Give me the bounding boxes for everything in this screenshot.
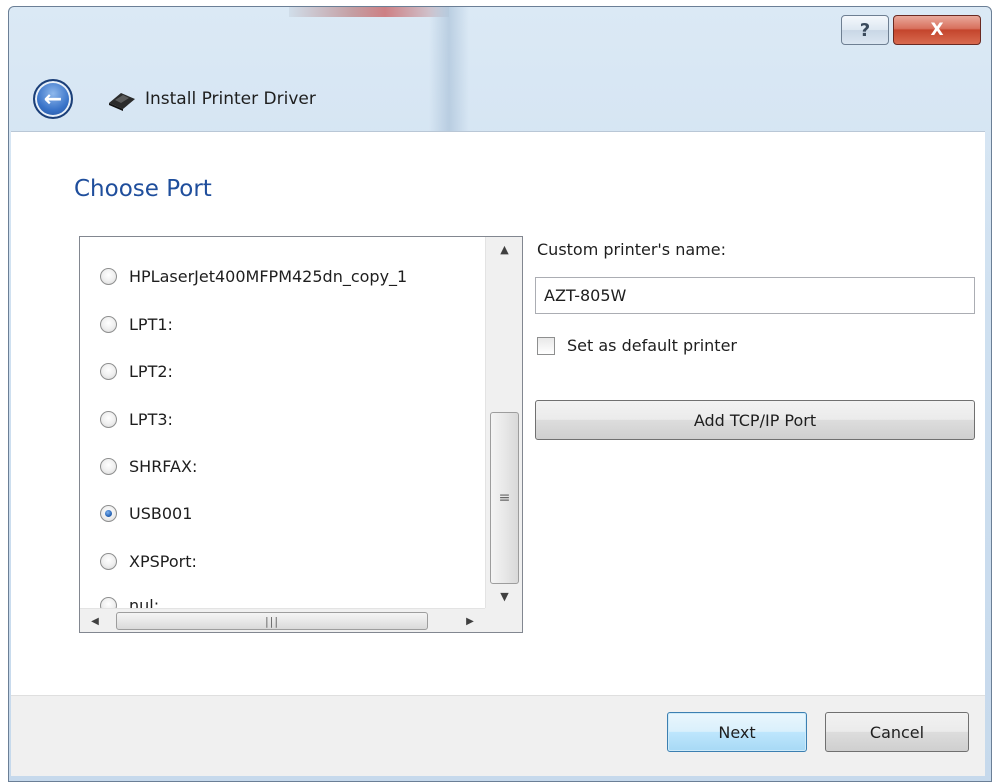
- scroll-up-button[interactable]: ▲: [486, 237, 523, 261]
- radio-button[interactable]: [100, 267, 117, 285]
- port-option[interactable]: SHRFAX:: [100, 452, 197, 480]
- printer-name-label: Custom printer's name:: [537, 240, 726, 259]
- radio-button-selected[interactable]: [100, 504, 117, 522]
- radio-button[interactable]: [100, 315, 117, 333]
- port-list-items: HPLaserJet400MFPM425dn_copy_1 LPT1: LPT2…: [80, 237, 485, 608]
- triangle-down-icon: ▼: [500, 589, 509, 603]
- radio-button[interactable]: [100, 552, 117, 570]
- port-label: XPSPort:: [129, 551, 197, 571]
- scroll-left-button[interactable]: ◀: [80, 609, 110, 633]
- content-panel: Choose Port HPLaserJet400MFPM425dn_copy_…: [11, 131, 985, 695]
- radio-button[interactable]: [100, 410, 117, 428]
- radio-button[interactable]: [100, 457, 117, 475]
- close-button[interactable]: X: [893, 15, 981, 45]
- vertical-scrollbar[interactable]: ▲ ≡ ▼: [485, 237, 522, 608]
- help-button[interactable]: ?: [841, 15, 889, 45]
- default-printer-checkbox[interactable]: [537, 336, 555, 355]
- port-option[interactable]: LPT3:: [100, 405, 173, 433]
- port-label: LPT2:: [129, 361, 173, 381]
- horizontal-scrollbar[interactable]: ◀ ||| ▶: [80, 608, 485, 632]
- window-title: Install Printer Driver: [145, 89, 316, 109]
- port-label: LPT3:: [129, 409, 173, 429]
- horizontal-scroll-thumb[interactable]: |||: [116, 612, 428, 630]
- back-button[interactable]: ←: [33, 79, 73, 119]
- background-decoration: [289, 7, 449, 17]
- scroll-down-button[interactable]: ▼: [486, 584, 523, 608]
- default-printer-label: Set as default printer: [567, 336, 737, 355]
- triangle-up-icon: ▲: [500, 242, 509, 256]
- triangle-right-icon: ▶: [466, 615, 474, 627]
- port-label: HPLaserJet400MFPM425dn_copy_1: [129, 266, 408, 286]
- glass-reflection: [429, 7, 469, 137]
- page-heading: Choose Port: [74, 176, 212, 202]
- cancel-button[interactable]: Cancel: [825, 712, 969, 752]
- port-label: nul:: [129, 595, 160, 609]
- grip-icon: |||: [264, 614, 280, 628]
- next-button[interactable]: Next: [667, 712, 807, 752]
- port-label: SHRFAX:: [129, 456, 198, 476]
- printer-icon: [109, 93, 135, 111]
- install-printer-driver-window: ? X ← Install Printer Driver Choose Port…: [8, 6, 992, 782]
- printer-name-input[interactable]: [535, 277, 975, 314]
- add-tcp-ip-port-button[interactable]: Add TCP/IP Port: [535, 400, 975, 440]
- port-label: USB001: [129, 503, 193, 523]
- scroll-right-button[interactable]: ▶: [455, 609, 485, 633]
- radio-button[interactable]: [100, 362, 117, 380]
- port-option[interactable]: LPT2:: [100, 357, 173, 385]
- port-option[interactable]: LPT1:: [100, 310, 173, 338]
- close-icon: X: [930, 20, 944, 40]
- radio-button[interactable]: [100, 596, 117, 608]
- vertical-scroll-thumb[interactable]: ≡: [490, 412, 519, 584]
- default-printer-option[interactable]: Set as default printer: [537, 336, 737, 355]
- grip-icon: ≡: [498, 490, 511, 506]
- port-option[interactable]: HPLaserJet400MFPM425dn_copy_1: [100, 262, 407, 290]
- port-option[interactable]: USB001: [100, 499, 192, 527]
- footer-bar: Next Cancel: [11, 696, 985, 776]
- port-label: LPT1:: [129, 314, 173, 334]
- back-arrow-icon: ←: [43, 86, 63, 112]
- help-icon: ?: [859, 19, 871, 41]
- port-list[interactable]: HPLaserJet400MFPM425dn_copy_1 LPT1: LPT2…: [79, 236, 523, 633]
- scrollbar-corner: [485, 608, 522, 632]
- port-option[interactable]: XPSPort:: [100, 547, 197, 575]
- triangle-left-icon: ◀: [91, 615, 99, 627]
- port-option[interactable]: nul:: [100, 591, 159, 608]
